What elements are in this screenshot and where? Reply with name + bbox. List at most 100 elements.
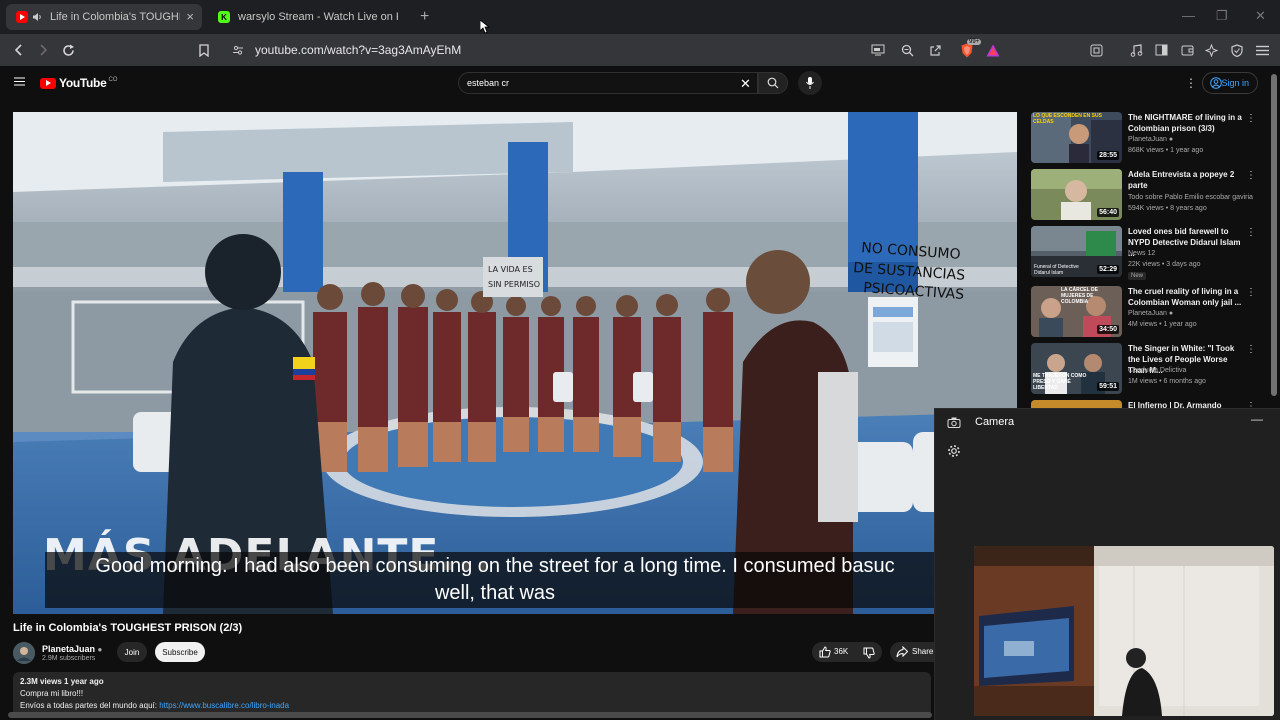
like-icon[interactable] (819, 646, 831, 658)
channel-avatar[interactable] (13, 642, 35, 664)
youtube-play-icon (40, 77, 56, 89)
description-line: Compra mi libro!!! (20, 689, 84, 698)
sidebar-icon[interactable] (1152, 41, 1170, 59)
share-label: Share (912, 647, 934, 656)
horizontal-scrollbar[interactable] (8, 712, 932, 718)
more-actions-icon[interactable]: ⋮ (1246, 227, 1256, 238)
video-title: Life in Colombia's TOUGHEST PRISON (2/3) (13, 622, 243, 634)
video-duration: 34:50 (1097, 325, 1119, 334)
close-window-icon[interactable]: ✕ (1255, 8, 1266, 24)
search-button[interactable] (758, 72, 788, 94)
more-actions-icon[interactable]: ⋮ (1246, 170, 1256, 181)
bookmark-icon[interactable] (195, 41, 213, 59)
tab-youtube[interactable]: Life in Colombia's TOUGHEST × (6, 4, 202, 30)
video-thumbnail[interactable]: LO QUE ESCONDEN EN SUS CELDAS 28:55 (1031, 112, 1122, 163)
recommendation-title: The cruel reality of living in a Colombi… (1128, 287, 1242, 307)
join-button[interactable]: Join (117, 642, 147, 662)
settings-gear-icon[interactable] (947, 444, 961, 458)
recommendation-item[interactable]: ME TRAJERON COMO PRESO Y GANÉ LIBERTAD 5… (1031, 343, 1266, 397)
youtube-wordmark: YouTube (59, 76, 107, 90)
more-actions-icon[interactable]: ⋮ (1246, 344, 1256, 355)
recommendation-item[interactable]: 56:40 Adela Entrevista a popeye 2 parte … (1031, 169, 1266, 223)
recommendation-channel: PlanetaJuan ● (1128, 310, 1173, 317)
sign-in-button[interactable]: Sign in (1202, 72, 1258, 94)
more-actions-icon[interactable]: ⋮ (1246, 287, 1256, 298)
video-description[interactable]: 2.3M views 1 year ago Compra mi libro!!!… (13, 672, 931, 716)
thumbnail-text: LO QUE ESCONDEN EN SUS CELDAS (1033, 113, 1102, 125)
brave-shields-icon[interactable]: 99+ (956, 39, 982, 59)
shields-count-badge: 99+ (967, 39, 982, 45)
screenshot-icon[interactable] (1087, 41, 1105, 59)
channel-name[interactable]: PlanetaJuan ● (42, 644, 102, 654)
camera-window: Camera — (934, 408, 1280, 720)
minimize-icon[interactable]: — (1182, 8, 1195, 23)
settings-more-icon[interactable]: ⋮ (1185, 76, 1197, 90)
verified-icon: ● (1168, 310, 1174, 317)
tab-title: warsylo Stream - Watch Live on Kick (238, 11, 398, 23)
recommendation-meta: 1M views • 6 months ago (1128, 378, 1206, 385)
mouse-cursor-icon (480, 20, 490, 34)
reload-icon[interactable] (59, 41, 77, 59)
search-icon (767, 77, 779, 89)
recommendation-meta: 22K views • 3 days ago (1128, 261, 1201, 268)
clear-search-icon[interactable]: ✕ (740, 76, 751, 92)
guide-menu-icon[interactable] (14, 77, 25, 86)
address-bar[interactable]: youtube.com/watch?v=3ag3AmAyEhM (222, 38, 1012, 62)
maximize-icon[interactable]: ❐ (1216, 8, 1228, 24)
forward-icon[interactable] (34, 41, 52, 59)
zoom-icon[interactable] (898, 41, 916, 59)
recommendation-channel: News 12 (1128, 250, 1156, 257)
page-scrollbar-thumb[interactable] (1271, 74, 1277, 396)
site-info-icon[interactable] (232, 44, 244, 56)
video-thumbnail[interactable]: LA CÁRCEL DE MUJERES DE COLOMBIA 34:50 (1031, 286, 1122, 337)
voice-search-button[interactable] (798, 71, 822, 95)
video-player[interactable]: NO CONSUMO DE SUSTANCIAS PSICOACTIVAS LA… (13, 112, 1017, 614)
thumbnail-text: LA CÁRCEL DE MUJERES DE COLOMBIA (1061, 287, 1098, 305)
recommendation-item[interactable]: LA CÁRCEL DE MUJERES DE COLOMBIA 34:50 T… (1031, 286, 1266, 340)
camera-feed-image (974, 546, 1274, 716)
search-input[interactable]: esteban cr ✕ (458, 72, 758, 94)
new-tab-button[interactable]: + (420, 8, 429, 26)
like-dislike-group: 36K (812, 642, 882, 662)
video-thumbnail[interactable]: ME TRAJERON COMO PRESO Y GANÉ LIBERTAD 5… (1031, 343, 1122, 394)
share-page-icon[interactable] (926, 41, 944, 59)
vpn-icon[interactable] (1228, 41, 1246, 59)
subscribe-button[interactable]: Subscribe (155, 642, 205, 662)
camera-window-title: Camera (975, 416, 1015, 428)
recommendation-item[interactable]: Funeral of Detective Didarul Islam 52:29… (1031, 226, 1266, 284)
search-query: esteban cr (467, 78, 510, 88)
media-icon[interactable] (1127, 41, 1145, 59)
verified-icon: ● (1168, 136, 1174, 143)
speaker-icon[interactable] (32, 12, 42, 22)
recommendation-item[interactable]: LO QUE ESCONDEN EN SUS CELDAS 28:55 The … (1031, 112, 1266, 166)
video-duration: 56:40 (1097, 208, 1119, 217)
more-actions-icon[interactable]: ⋮ (1246, 401, 1256, 408)
video-duration: 52:29 (1097, 265, 1119, 274)
video-thumbnail[interactable]: Funeral of Detective Didarul Islam 52:29 (1031, 226, 1122, 277)
recommendation-item[interactable]: El Infierno | Dr. Armando ⋮ (1031, 400, 1266, 408)
minimize-icon[interactable]: — (1251, 412, 1263, 426)
camera-preview (974, 546, 1274, 716)
recommendation-title: El Infierno | Dr. Armando (1128, 401, 1222, 408)
more-actions-icon[interactable]: ⋮ (1246, 113, 1256, 124)
subscriber-count: 2.9M subscribers (42, 655, 96, 662)
cast-icon[interactable] (869, 41, 887, 59)
description-line: Envíos a todas partes del mundo aquí: ht… (20, 701, 289, 710)
youtube-logo[interactable]: YouTube CO (40, 76, 117, 90)
close-tab-icon[interactable]: × (186, 9, 194, 24)
back-icon[interactable] (10, 41, 28, 59)
new-badge: New (1128, 272, 1147, 280)
view-stats: 2.3M views 1 year ago (20, 677, 104, 686)
video-thumbnail[interactable]: 56:40 (1031, 169, 1122, 220)
url-text: youtube.com/watch?v=3ag3AmAyEhM (255, 43, 462, 57)
video-thumbnail[interactable] (1031, 400, 1122, 408)
leo-ai-icon[interactable] (1202, 41, 1220, 59)
brave-rewards-icon[interactable] (984, 41, 1002, 59)
caption-line: well, that was (434, 582, 556, 604)
description-link[interactable]: https://www.buscalibre.co/libro-inada (159, 701, 289, 710)
dislike-icon[interactable] (863, 647, 875, 659)
tab-kick[interactable]: K warsylo Stream - Watch Live on Kick (208, 4, 408, 30)
wallet-icon[interactable] (1178, 41, 1196, 59)
menu-icon[interactable] (1253, 41, 1271, 59)
svg-text:SIN PERMISO: SIN PERMISO (488, 280, 540, 289)
